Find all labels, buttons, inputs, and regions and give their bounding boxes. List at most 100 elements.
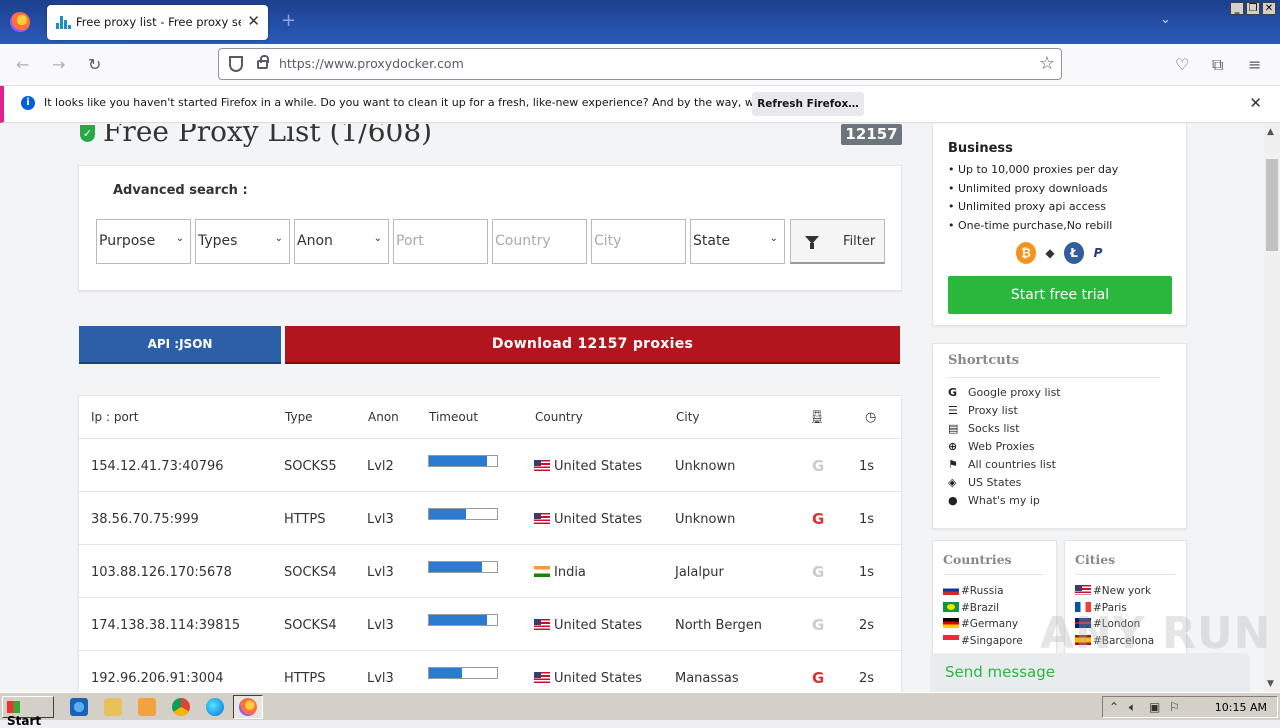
header-anon[interactable]: Anon bbox=[368, 410, 399, 424]
tray-expand-icon[interactable]: ⌃ bbox=[1109, 700, 1119, 714]
state-select[interactable]: State ⌄ bbox=[690, 219, 785, 264]
header-city[interactable]: City bbox=[676, 410, 700, 424]
cell-response-time: 2s bbox=[859, 671, 875, 686]
country-link-brazil[interactable]: #Brazil bbox=[943, 600, 1023, 617]
menu-icon[interactable]: ≡ bbox=[1248, 55, 1261, 74]
country-link-russia[interactable]: #Russia bbox=[943, 583, 1023, 600]
start-free-trial-button[interactable]: Start free trial bbox=[948, 276, 1172, 314]
tracking-protection-icon[interactable] bbox=[229, 56, 243, 72]
notification-bar: i It looks like you haven't started Fire… bbox=[0, 86, 1280, 123]
timeout-bar bbox=[428, 508, 498, 520]
country-link-singapore[interactable]: #Singapore bbox=[943, 633, 1023, 650]
countries-title: Countries bbox=[943, 552, 1012, 567]
tab-bar: Free proxy list - Free proxy server ✕ + … bbox=[0, 0, 1280, 44]
timeout-bar bbox=[428, 561, 498, 573]
volume-icon[interactable]: 🔈︎ bbox=[1129, 700, 1136, 715]
country-input[interactable]: Country bbox=[492, 219, 587, 264]
cell-ip-port[interactable]: 38.56.70.75:999 bbox=[91, 512, 199, 527]
bookmark-star-icon[interactable]: ☆ bbox=[1039, 53, 1055, 74]
taskbar: Start ⌃ 🔈︎ ▣ ⚐ 10:15 AM bbox=[0, 692, 1280, 728]
browser-tab[interactable]: Free proxy list - Free proxy server ✕ bbox=[47, 5, 268, 40]
header-country[interactable]: Country bbox=[535, 410, 583, 424]
shortcut-google-proxy-list[interactable]: G Google proxy list bbox=[948, 384, 1061, 402]
city-input[interactable]: City bbox=[591, 219, 686, 264]
filter-button[interactable]: Filter bbox=[790, 219, 885, 264]
anon-select[interactable]: Anon ⌄ bbox=[294, 219, 389, 264]
lock-icon[interactable] bbox=[257, 55, 269, 69]
edge-icon[interactable] bbox=[206, 698, 224, 716]
chevron-down-icon: ⌄ bbox=[769, 233, 778, 244]
address-bar[interactable]: https://www.proxydocker.com ☆ bbox=[218, 48, 1062, 80]
map-marker-icon: ● bbox=[948, 494, 958, 507]
url-text[interactable]: https://www.proxydocker.com bbox=[279, 56, 464, 71]
extensions-icon[interactable]: ⧉ bbox=[1212, 55, 1223, 75]
header-ip-port[interactable]: Ip : port bbox=[91, 410, 138, 424]
city-link-new-york[interactable]: #New york bbox=[1075, 583, 1154, 600]
cell-anon: Lvl3 bbox=[367, 671, 394, 686]
close-notification-icon[interactable]: ✕ bbox=[1249, 94, 1262, 112]
close-window-icon[interactable]: ✕ bbox=[1262, 2, 1276, 15]
port-input[interactable]: Port bbox=[393, 219, 488, 264]
google-icon: G bbox=[812, 457, 825, 475]
download-proxies-button[interactable]: Download 12157 proxies bbox=[285, 326, 900, 364]
file-explorer-icon[interactable] bbox=[104, 698, 122, 716]
table-row[interactable]: 154.12.41.73:40796 SOCKS5 Lvl2 United State… bbox=[79, 438, 901, 491]
singapore-flag-icon bbox=[943, 634, 959, 645]
table-row[interactable]: 174.138.38.114:39815 SOCKS4 Lvl3 United Sta… bbox=[79, 597, 901, 650]
start-button[interactable]: Start bbox=[2, 696, 54, 728]
cell-anon: Lvl2 bbox=[367, 459, 394, 474]
table-row[interactable]: 103.88.126.170:5678 SOCKS4 Lvl3 India Jalalp… bbox=[79, 544, 901, 597]
cell-city: Manassas bbox=[675, 671, 739, 686]
country-link-germany[interactable]: #Germany bbox=[943, 616, 1023, 633]
feature-item: One-time purchase,No rebill bbox=[948, 217, 1118, 236]
send-message-widget[interactable]: Send message bbox=[930, 653, 1250, 692]
scroll-down-icon[interactable]: ▼ bbox=[1267, 679, 1274, 689]
cell-ip-port[interactable]: 174.138.38.114:39815 bbox=[91, 618, 240, 633]
timeout-bar bbox=[428, 614, 498, 626]
api-json-button[interactable]: API :JSON bbox=[79, 326, 281, 364]
types-select[interactable]: Types ⌄ bbox=[195, 219, 290, 264]
pocket-icon[interactable]: ♡ bbox=[1175, 55, 1189, 74]
action-center-flag-icon[interactable]: ⚐ bbox=[1169, 700, 1180, 714]
bitcoin-icon: ₿ bbox=[1016, 242, 1036, 264]
windows-logo-icon bbox=[7, 701, 20, 713]
restore-icon[interactable]: ❐ bbox=[1246, 2, 1260, 15]
advanced-search-panel: Advanced search : Purpose ⌄ Types ⌄ Anon ⌄ … bbox=[78, 165, 902, 291]
google-icon: G bbox=[812, 616, 825, 634]
shortcut-all-countries[interactable]: ⚑ All countries list bbox=[948, 456, 1061, 474]
minimize-icon[interactable]: _ bbox=[1230, 2, 1244, 15]
new-tab-icon[interactable]: + bbox=[281, 10, 296, 31]
internet-explorer-icon[interactable] bbox=[70, 698, 88, 716]
forward-icon[interactable]: → bbox=[52, 55, 65, 74]
us-flag-icon bbox=[1075, 585, 1091, 595]
cell-ip-port[interactable]: 103.88.126.170:5678 bbox=[91, 565, 232, 580]
header-type[interactable]: Type bbox=[285, 410, 313, 424]
chrome-icon[interactable] bbox=[172, 698, 190, 716]
taskbar-firefox-active[interactable] bbox=[233, 695, 263, 719]
list-tabs-icon[interactable]: ⌄ bbox=[1160, 12, 1171, 27]
table-icon: ▤ bbox=[948, 422, 959, 435]
firefox-icon[interactable] bbox=[10, 12, 30, 32]
purpose-select[interactable]: Purpose ⌄ bbox=[96, 219, 191, 264]
media-player-icon[interactable] bbox=[138, 698, 156, 716]
back-icon[interactable]: ← bbox=[16, 55, 29, 74]
page-scrollbar[interactable]: ▲ ▼ bbox=[1264, 124, 1280, 692]
refresh-firefox-button[interactable]: Refresh Firefox… bbox=[752, 92, 864, 116]
shortcut-us-states[interactable]: ◈ US States bbox=[948, 474, 1061, 492]
us-flag-icon bbox=[534, 672, 550, 683]
header-timeout[interactable]: Timeout bbox=[429, 410, 478, 424]
close-tab-icon[interactable]: ✕ bbox=[247, 12, 260, 30]
table-row[interactable]: 192.96.206.91:3004 HTTPS Lvl3 United States… bbox=[79, 650, 901, 692]
cell-ip-port[interactable]: 154.12.41.73:40796 bbox=[91, 459, 224, 474]
network-icon[interactable]: ▣ bbox=[1149, 700, 1160, 714]
cell-ip-port[interactable]: 192.96.206.91:3004 bbox=[91, 671, 224, 686]
scroll-up-icon[interactable]: ▲ bbox=[1267, 127, 1274, 137]
table-row[interactable]: 38.56.70.75:999 HTTPS Lvl3 United States Unk… bbox=[79, 491, 901, 544]
scrollbar-thumb[interactable] bbox=[1266, 159, 1278, 251]
shortcut-whats-my-ip[interactable]: ● What's my ip bbox=[948, 492, 1061, 510]
shortcut-proxy-list[interactable]: ☰ Proxy list bbox=[948, 402, 1061, 420]
navigation-bar: ← → ↻ https://www.proxydocker.com ☆ ♡ ⧉ … bbox=[0, 44, 1280, 86]
reload-icon[interactable]: ↻ bbox=[88, 55, 101, 74]
shortcut-socks-list[interactable]: ▤ Socks list bbox=[948, 420, 1061, 438]
shortcut-web-proxies[interactable]: ⊕ Web Proxies bbox=[948, 438, 1061, 456]
